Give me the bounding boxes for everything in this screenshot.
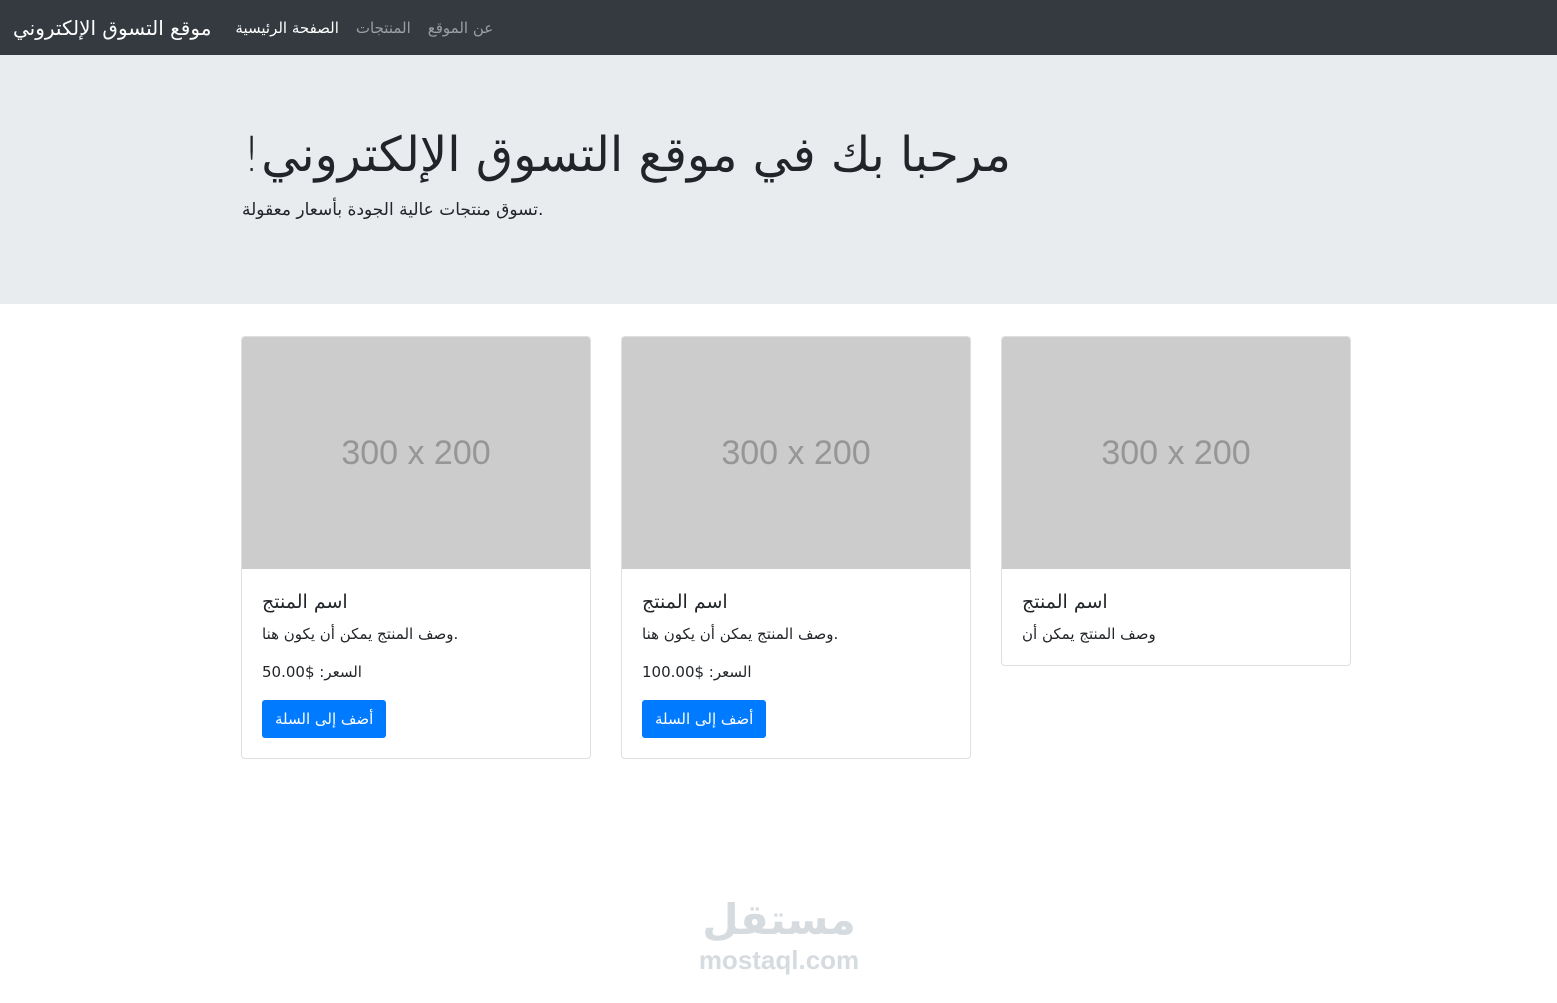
product-card-3: 300 x 200 اسم المنتج وصف المنتج يمكن أن bbox=[1001, 336, 1351, 666]
product-card-2: 300 x 200 اسم المنتج وصف المنتج يمكن أن … bbox=[621, 336, 971, 759]
nav-link-about[interactable]: عن الموقع bbox=[428, 19, 493, 37]
product-image-placeholder: 300 x 200 bbox=[1002, 337, 1350, 569]
product-price: السعر: $100.00 bbox=[642, 663, 752, 681]
card-body: اسم المنتج وصف المنتج يمكن أن bbox=[1002, 569, 1350, 665]
brand-link[interactable]: موقع التسوق الإلكتروني bbox=[13, 16, 211, 40]
product-image-placeholder: 300 x 200 bbox=[242, 337, 590, 569]
product-description: وصف المنتج يمكن أن يكون هنا. bbox=[642, 625, 839, 643]
watermark-url: mostaql.com bbox=[698, 945, 860, 975]
watermark-logo: مستقل bbox=[702, 895, 856, 944]
placeholder-label: 300 x 200 bbox=[1101, 433, 1251, 472]
mostaql-watermark: مستقل mostaql.com bbox=[684, 895, 874, 983]
card-body: اسم المنتج وصف المنتج يمكن أن يكون هنا. … bbox=[622, 569, 970, 758]
product-name: اسم المنتج bbox=[262, 591, 348, 613]
hero-title: مرحبا بك في موقع التسوق الإلكتروني! bbox=[242, 127, 1011, 183]
card-body: اسم المنتج وصف المنتج يمكن أن يكون هنا. … bbox=[242, 569, 590, 758]
product-image-placeholder: 300 x 200 bbox=[622, 337, 970, 569]
hero-subtitle: تسوق منتجات عالية الجودة بأسعار معقولة. bbox=[242, 200, 544, 220]
product-description: وصف المنتج يمكن أن يكون هنا. bbox=[262, 625, 459, 643]
placeholder-label: 300 x 200 bbox=[721, 433, 871, 472]
product-name: اسم المنتج bbox=[642, 591, 728, 613]
top-navbar: موقع التسوق الإلكتروني الصفحة الرئيسية ا… bbox=[0, 0, 1557, 55]
hero-jumbotron: مرحبا بك في موقع التسوق الإلكتروني! تسوق… bbox=[0, 55, 1557, 304]
nav-link-products[interactable]: المنتجات bbox=[356, 19, 411, 37]
product-card-1: 300 x 200 اسم المنتج وصف المنتج يمكن أن … bbox=[241, 336, 591, 759]
product-description: وصف المنتج يمكن أن bbox=[1022, 625, 1156, 643]
product-name: اسم المنتج bbox=[1022, 591, 1108, 613]
add-to-cart-button[interactable]: أضف إلى السلة bbox=[262, 700, 387, 738]
nav-link-home[interactable]: الصفحة الرئيسية bbox=[235, 19, 339, 37]
placeholder-label: 300 x 200 bbox=[341, 433, 491, 472]
add-to-cart-button[interactable]: أضف إلى السلة bbox=[642, 700, 767, 738]
product-price: السعر: $50.00 bbox=[262, 663, 362, 681]
